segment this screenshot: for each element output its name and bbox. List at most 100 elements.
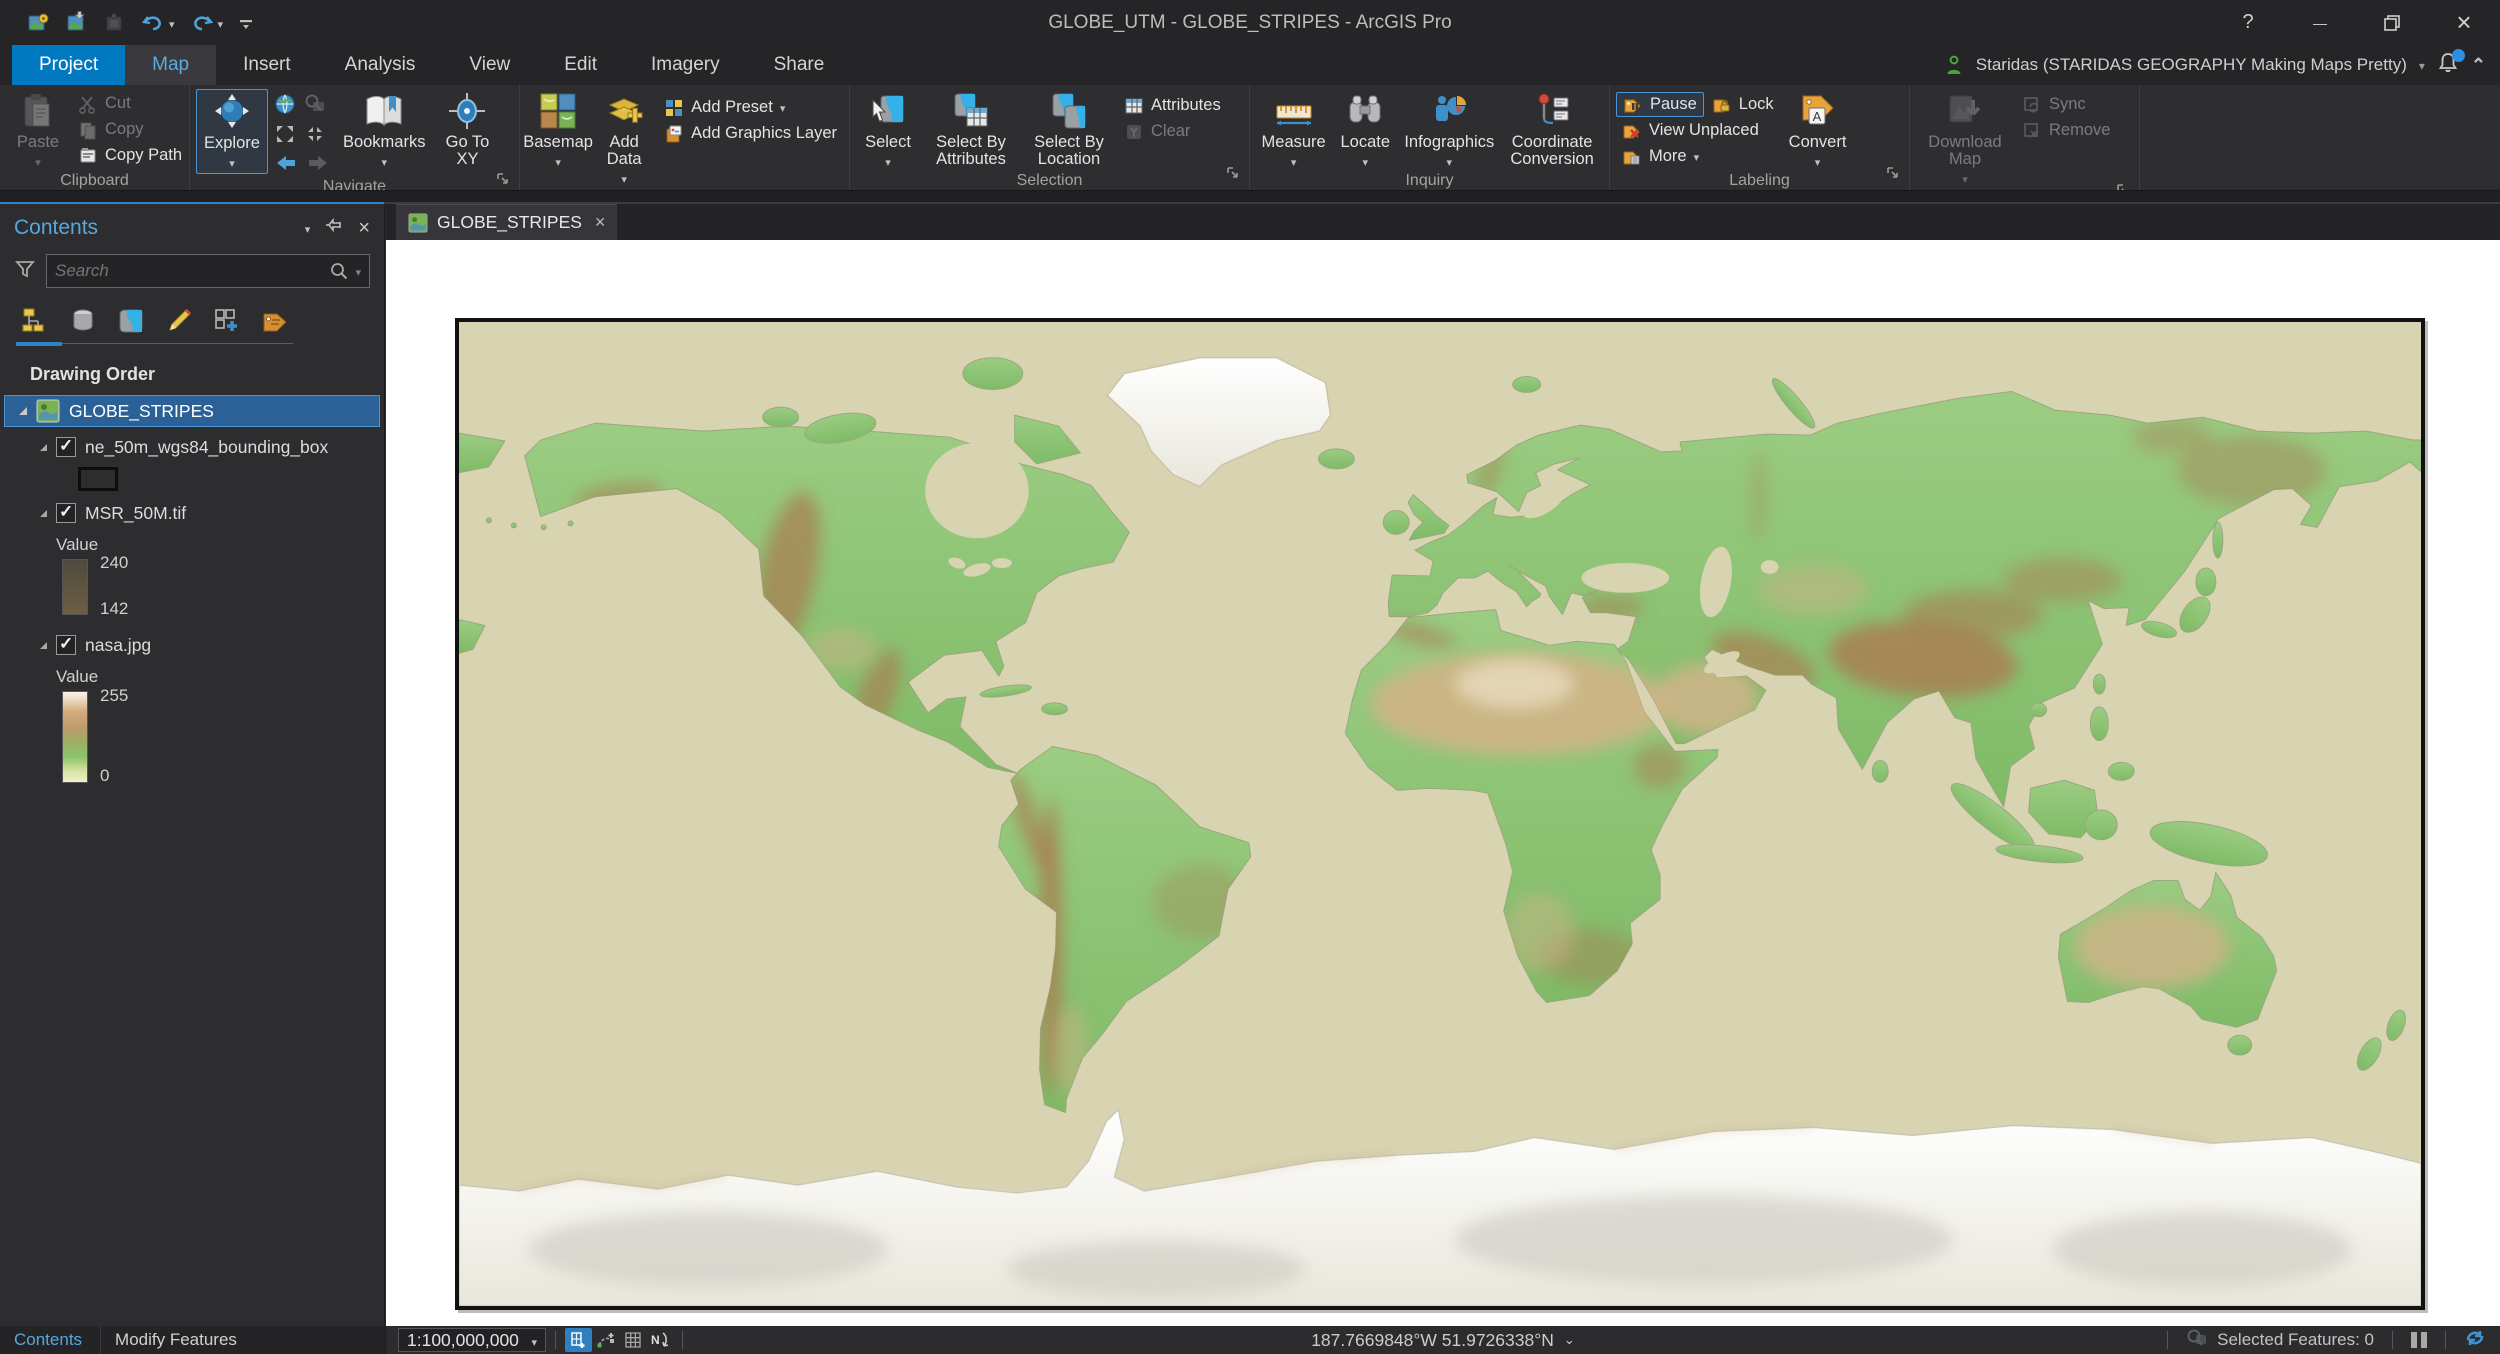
coordinates-dropdown-caret[interactable]: ⌄ (1564, 1332, 1575, 1348)
tab-list-by-drawing-order[interactable] (16, 302, 54, 340)
undo-button[interactable] (140, 11, 175, 35)
infographics-dropdown-caret[interactable] (1446, 151, 1452, 171)
explore-dropdown-caret[interactable] (229, 152, 235, 172)
map-frame[interactable] (455, 318, 2425, 1310)
restore-button[interactable] (2356, 0, 2428, 45)
bookmarks-dropdown-caret[interactable] (381, 151, 387, 171)
help-button[interactable] (2212, 0, 2284, 45)
tab-imagery[interactable]: Imagery (624, 45, 747, 85)
view-tab-globe-stripes[interactable]: GLOBE_STRIPES × (396, 204, 618, 240)
dock-tab-modify-features[interactable]: Modify Features (100, 1326, 251, 1354)
attributes-button[interactable]: Attributes (1118, 93, 1227, 118)
dock-tab-contents[interactable]: Contents (0, 1326, 96, 1354)
pane-menu-caret[interactable] (305, 218, 311, 238)
previous-extent-button[interactable] (274, 153, 298, 178)
expand-triangle[interactable] (40, 509, 47, 517)
layer-row-nasa[interactable]: nasa.jpg (0, 629, 384, 661)
select-by-attributes-button[interactable]: Select By Attributes (922, 89, 1020, 169)
layer-row-map[interactable]: GLOBE_STRIPES (4, 395, 380, 427)
account-dropdown-caret[interactable] (2419, 55, 2425, 75)
refresh-button[interactable] (2464, 1328, 2486, 1353)
infographics-button[interactable]: Infographics (1399, 89, 1499, 172)
expand-triangle[interactable] (19, 407, 27, 415)
select-dropdown-caret[interactable] (885, 151, 891, 171)
layer-row-msr[interactable]: MSR_50M.tif (0, 497, 384, 529)
add-data-button[interactable]: Add Data (592, 89, 656, 189)
redo-button[interactable] (189, 11, 224, 35)
minimize-button[interactable] (2284, 0, 2356, 45)
select-by-location-button[interactable]: Select By Location (1022, 89, 1116, 169)
locate-dropdown-caret[interactable] (1362, 151, 1368, 171)
tab-analysis[interactable]: Analysis (318, 45, 443, 85)
map-canvas[interactable] (386, 240, 2500, 1326)
pause-drawing-button[interactable] (2411, 1332, 2427, 1348)
search-icon[interactable] (329, 261, 349, 281)
go-to-xy-button[interactable]: Go To XY (434, 89, 500, 169)
basemap-dropdown-caret[interactable] (555, 151, 561, 171)
lock-labeling-button[interactable]: Lock (1706, 92, 1780, 117)
undo-dropdown-caret[interactable] (169, 13, 175, 33)
open-project-button[interactable] (64, 10, 88, 35)
select-button[interactable]: Select (856, 89, 920, 172)
layer-visibility-checkbox[interactable] (56, 634, 76, 655)
measure-dropdown-caret[interactable] (1291, 151, 1297, 171)
fixed-zoom-out-button[interactable] (304, 123, 326, 150)
edit-vertices-button[interactable] (592, 1328, 619, 1352)
pane-close-icon[interactable]: × (358, 217, 370, 240)
tab-insert[interactable]: Insert (216, 45, 318, 85)
fixed-zoom-in-button[interactable] (274, 123, 296, 150)
collapse-ribbon-button[interactable] (2471, 55, 2486, 76)
add-preset-caret[interactable] (780, 98, 786, 117)
bounding-box-symbol[interactable] (78, 467, 118, 491)
add-preset-button[interactable]: Add Preset (658, 95, 843, 120)
tab-list-by-selection[interactable] (112, 302, 150, 340)
labeling-launcher-button[interactable] (1886, 164, 1899, 184)
add-graphics-layer-button[interactable]: Add Graphics Layer (658, 121, 843, 146)
scale-caret[interactable] (531, 1330, 537, 1351)
snapping-toggle-button[interactable] (565, 1328, 592, 1352)
tab-list-by-snapping[interactable] (208, 302, 246, 340)
tab-list-by-labeling[interactable] (256, 302, 294, 340)
convert-labels-button[interactable]: A Convert (1782, 89, 1854, 172)
tab-edit[interactable]: Edit (537, 45, 624, 85)
layer-visibility-checkbox[interactable] (56, 436, 76, 457)
more-labeling-button[interactable]: More (1616, 144, 1780, 169)
save-project-button[interactable] (26, 11, 50, 35)
expand-triangle[interactable] (40, 641, 47, 649)
coordinate-conversion-button[interactable]: Coordinate Conversion (1501, 89, 1603, 169)
copy-path-button[interactable]: Copy Path (72, 143, 188, 168)
tab-share[interactable]: Share (747, 45, 852, 85)
scale-dropdown[interactable]: 1:100,000,000 (398, 1328, 546, 1352)
view-unplaced-button[interactable]: View Unplaced (1616, 118, 1780, 143)
customize-qat-button[interactable] (237, 12, 255, 34)
bookmarks-button[interactable]: Bookmarks (336, 89, 433, 172)
notifications-button[interactable] (2437, 48, 2465, 80)
redo-dropdown-caret[interactable] (218, 13, 224, 33)
measure-button[interactable]: Measure (1256, 89, 1331, 172)
north-arrow-button[interactable]: N (646, 1328, 673, 1352)
tab-list-by-data-source[interactable] (64, 302, 102, 340)
layer-row-bounding-box[interactable]: ne_50m_wgs84_bounding_box (0, 431, 384, 463)
layer-visibility-checkbox[interactable] (56, 502, 76, 523)
account-name[interactable]: Staridas (STARIDAS GEOGRAPHY Making Maps… (1976, 55, 2407, 75)
search-input[interactable] (55, 261, 330, 281)
locate-button[interactable]: Locate (1333, 89, 1397, 172)
tab-view[interactable]: View (442, 45, 537, 85)
explore-button[interactable]: Explore (196, 89, 268, 174)
more-labeling-caret[interactable] (1694, 147, 1700, 166)
selection-launcher-button[interactable] (1226, 164, 1239, 184)
expand-triangle[interactable] (40, 443, 47, 451)
tab-project[interactable]: Project (12, 45, 126, 85)
grid-button[interactable] (619, 1328, 646, 1352)
basemap-button[interactable]: Basemap (523, 89, 593, 172)
close-view-icon[interactable]: × (591, 212, 606, 233)
convert-dropdown-caret[interactable] (1815, 151, 1821, 171)
close-button[interactable] (2428, 0, 2500, 45)
filter-icon[interactable] (14, 258, 36, 285)
tab-map[interactable]: Map (125, 45, 217, 85)
pause-labeling-button[interactable]: Pause (1616, 92, 1704, 117)
pane-pin-icon[interactable] (325, 217, 342, 240)
add-data-dropdown-caret[interactable] (621, 168, 627, 188)
search-options-caret[interactable] (355, 261, 361, 281)
tab-list-by-editing[interactable] (160, 302, 198, 340)
